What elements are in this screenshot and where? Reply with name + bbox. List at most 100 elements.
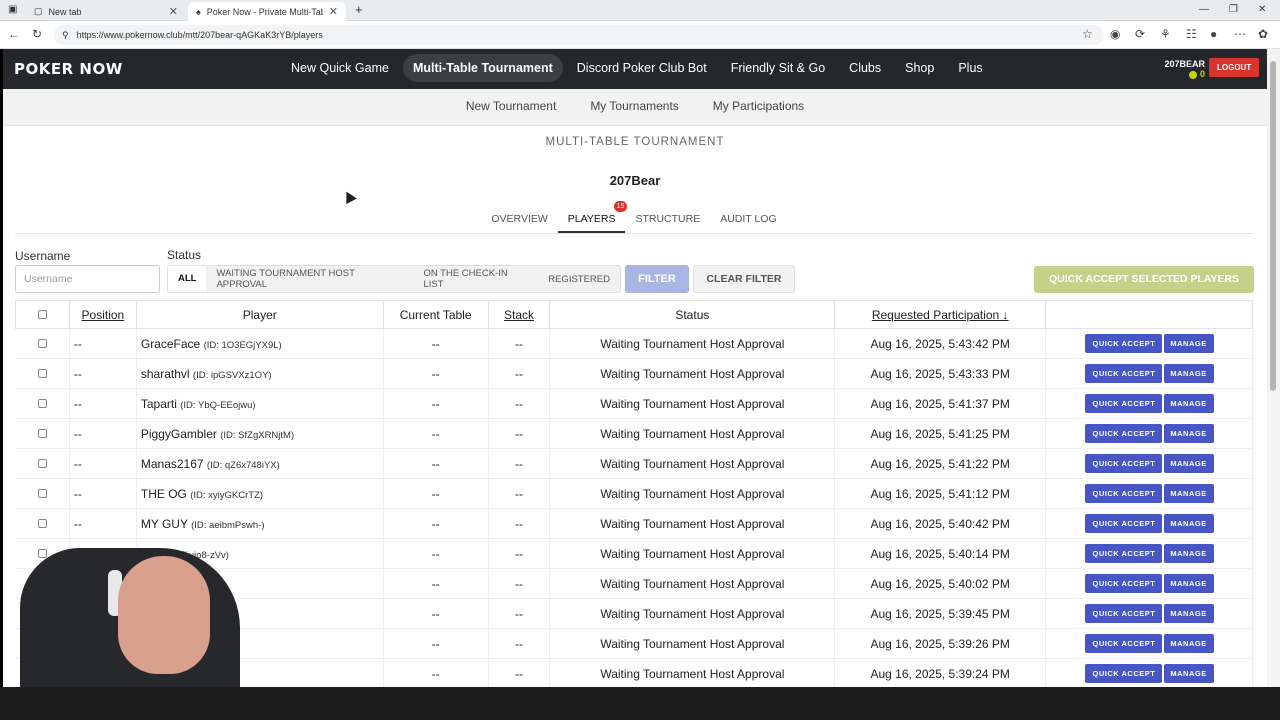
nav-sit-and-go[interactable]: Friendly Sit & Go [721,54,835,82]
manage-button[interactable]: MANAGE [1163,424,1214,443]
status-all[interactable]: ALL [168,266,207,292]
row-checkbox[interactable] [37,338,47,348]
new-tab-icon[interactable]: + [355,2,363,17]
quick-accept-button[interactable]: QUICK ACCEPT [1084,394,1162,413]
split-screen-icon[interactable]: ⚘ [1160,27,1171,41]
favorite-star-icon[interactable]: ☆ [1082,27,1093,41]
back-icon[interactable]: ← [8,27,20,41]
row-player[interactable]: Taparti (ID: YbQ-EEojwu) [136,388,384,419]
col-requested-participation[interactable]: Requested Participation ↓ [834,300,1047,329]
manage-button[interactable]: MANAGE [1163,334,1214,353]
collections-icon[interactable]: ☷ [1186,27,1197,41]
extension-icon[interactable]: ◉ [1110,27,1120,41]
row-checkbox[interactable] [37,368,47,378]
close-tab-icon[interactable]: ✕ [169,5,178,18]
reload-icon[interactable]: ↻ [32,27,42,41]
row-checkbox[interactable] [37,548,47,558]
row-checkbox[interactable] [37,458,47,468]
page-scrollbar[interactable] [1267,49,1280,687]
row-status: Waiting Tournament Host Approval [549,508,836,539]
row-stack: -- [488,508,551,539]
restore-icon[interactable]: ❐ [1229,4,1238,15]
row-checkbox[interactable] [37,428,47,438]
browser-tab-pokernow[interactable]: ♠ Poker Now - Private Multi-Table T ✕ [188,2,346,21]
subnav-my-participations[interactable]: My Participations [713,99,804,125]
select-all-checkbox[interactable] [37,309,47,319]
subnav-my-tournaments[interactable]: My Tournaments [590,99,678,125]
tab-overview[interactable]: OVERVIEW [481,204,557,233]
subnav-new-tournament[interactable]: New Tournament [466,99,557,125]
row-actions: QUICK ACCEPT MANAGE [1045,358,1253,389]
manage-button[interactable]: MANAGE [1163,364,1214,383]
tab-audit-log[interactable]: AUDIT LOG [710,204,786,233]
manage-button[interactable]: MANAGE [1163,634,1214,653]
logout-button[interactable]: LOGOUT [1209,58,1260,77]
manage-button[interactable]: MANAGE [1163,514,1214,533]
row-player[interactable]: PiggyGambler (ID: SfZgXRNjtM) [136,418,384,449]
quick-accept-button[interactable]: QUICK ACCEPT [1084,634,1162,653]
row-player[interactable]: Manas2167 (ID: qZ6x748iYX) [136,448,384,479]
table-row: -- sharathvl (ID: ipGSVXz1OY) -- -- Waiting … [15,358,1253,389]
manage-button[interactable]: MANAGE [1163,664,1214,683]
quick-accept-button[interactable]: QUICK ACCEPT [1084,454,1162,473]
manage-button[interactable]: MANAGE [1163,454,1214,473]
quick-accept-button[interactable]: QUICK ACCEPT [1084,484,1162,503]
status-check-in-list[interactable]: ON THE CHECK-IN LIST [413,268,538,290]
manage-button[interactable]: MANAGE [1163,574,1214,593]
manage-button[interactable]: MANAGE [1163,604,1214,623]
nav-multi-table-tournament[interactable]: Multi-Table Tournament [402,54,563,82]
tab-players[interactable]: PLAYERS 15 [557,201,628,233]
row-checkbox[interactable] [37,518,47,528]
copilot-icon[interactable]: ✿ [1258,27,1268,41]
quick-accept-button[interactable]: QUICK ACCEPT [1084,574,1162,593]
status-registered[interactable]: REGISTERED [538,274,620,285]
row-checkbox[interactable] [37,398,47,408]
browser-tab-new[interactable]: ▢ New tab ✕ [26,2,186,21]
tab-structure[interactable]: STRUCTURE [625,204,710,233]
status-waiting-approval[interactable]: WAITING TOURNAMENT HOST APPROVAL [206,268,413,290]
row-player[interactable]: sharathvl (ID: ipGSVXz1OY) [136,358,384,389]
manage-button[interactable]: MANAGE [1163,544,1214,563]
user-info[interactable]: 207BEAR 0 [1159,59,1205,79]
row-select-cell [15,478,70,509]
nav-shop[interactable]: Shop [895,54,944,82]
col-stack[interactable]: Stack [487,300,551,329]
row-actions: QUICK ACCEPT MANAGE [1045,328,1253,359]
quick-accept-button[interactable]: QUICK ACCEPT [1084,604,1162,623]
row-player[interactable]: THE OG (ID: xyiyGKCrTZ) [136,478,384,509]
quick-accept-button[interactable]: QUICK ACCEPT [1084,514,1162,533]
profile-avatar-icon[interactable]: ● [1210,27,1217,41]
manage-button[interactable]: MANAGE [1163,394,1214,413]
row-stack: -- [488,388,551,419]
nav-discord-bot[interactable]: Discord Poker Club Bot [567,54,717,82]
extensions-puzzle-icon[interactable]: ⟳ [1135,27,1145,41]
more-menu-icon[interactable]: ⋯ [1234,27,1246,41]
address-bar[interactable]: ⚲ https://www.pokernow.club/mtt/207bear-… [54,25,1104,45]
nav-plus[interactable]: Plus [948,54,992,82]
close-tab-icon[interactable]: ✕ [329,5,338,18]
row-player[interactable]: GraceFace (ID: 1O3EGjYX9L) [136,328,384,359]
nav-new-quick-game[interactable]: New Quick Game [281,54,399,82]
minimize-icon[interactable]: — [1199,4,1209,15]
clear-filter-button[interactable]: CLEAR FILTER [693,265,795,293]
pokernow-logo[interactable]: POKER NOW [14,60,123,78]
quick-accept-button[interactable]: QUICK ACCEPT [1084,664,1162,683]
row-status: Waiting Tournament Host Approval [549,388,836,419]
row-actions: QUICK ACCEPT MANAGE [1045,628,1253,659]
username-input[interactable]: Username [15,265,160,293]
nav-clubs[interactable]: Clubs [839,54,891,82]
quick-accept-button[interactable]: QUICK ACCEPT [1084,334,1162,353]
tab-actions-icon[interactable]: ▣ [8,4,17,15]
manage-button[interactable]: MANAGE [1163,484,1214,503]
quick-accept-selected-button[interactable]: QUICK ACCEPT SELECTED PLAYERS [1034,266,1254,293]
quick-accept-button[interactable]: QUICK ACCEPT [1084,364,1162,383]
col-position[interactable]: Position [68,300,137,329]
close-window-icon[interactable]: ✕ [1258,4,1266,15]
row-checkbox[interactable] [37,488,47,498]
quick-accept-button[interactable]: QUICK ACCEPT [1084,424,1162,443]
scrollbar-thumb[interactable] [1270,61,1276,391]
row-player[interactable]: MY GUY (ID: aeibmPswh-) [136,508,384,539]
site-info-icon[interactable]: ⚲ [62,30,69,41]
quick-accept-button[interactable]: QUICK ACCEPT [1084,544,1162,563]
filter-button[interactable]: FILTER [625,265,689,293]
